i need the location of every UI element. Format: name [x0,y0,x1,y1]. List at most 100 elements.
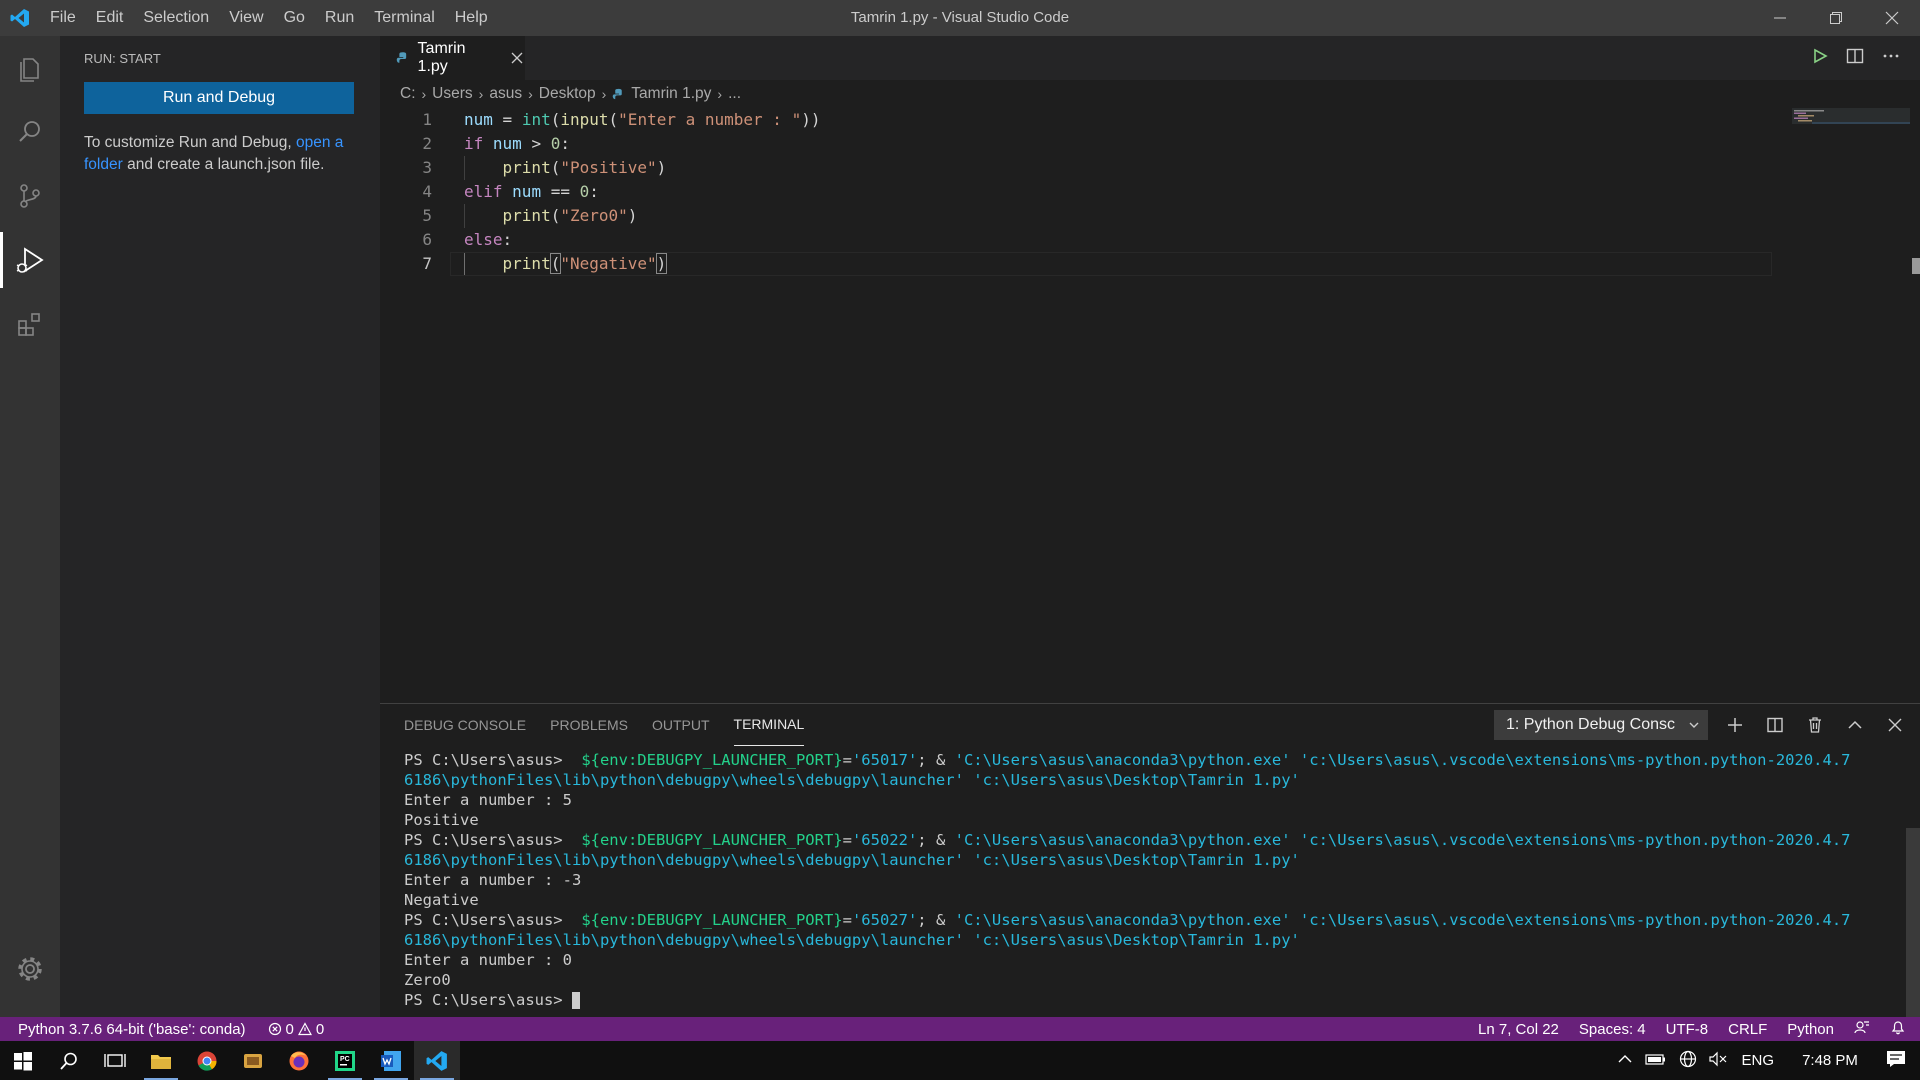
terminal-input-line: Enter a number : -3 [404,870,1884,890]
play-icon [1814,48,1828,63]
editor-actions [1812,36,1900,80]
clock[interactable]: 7:48 PM [1786,1052,1874,1069]
terminal-input-line: Enter a number : 5 [404,790,1884,810]
terminal-command-line: PS C:\Users\asus> ${env:DEBUGPY_LAUNCHER… [404,750,1884,770]
problems-indicator[interactable]: 0 0 [268,1021,324,1038]
run-and-debug-button[interactable]: Run and Debug [84,82,354,114]
run-file-button[interactable] [1812,48,1828,69]
terminal-text: Enter a number : 5 [404,791,572,809]
terminal-scrollbar[interactable] [1906,828,1920,1018]
kill-terminal-button[interactable] [1802,712,1828,738]
activity-bar [0,36,60,1017]
tab-output[interactable]: OUTPUT [652,704,710,746]
menu-terminal[interactable]: Terminal [364,0,444,36]
terminal-text: = [842,751,852,769]
activity-source-control[interactable] [0,164,60,228]
battery-status[interactable] [1645,1051,1667,1071]
maximize-panel-button[interactable] [1842,712,1868,738]
taskbar-vscode[interactable] [414,1041,460,1080]
breadcrumb-users[interactable]: Users [432,85,472,103]
close-icon [1885,11,1899,25]
terminal-select[interactable]: 1: Python Debug Consc [1494,710,1708,740]
window-controls [1752,0,1920,36]
taskbar-chrome[interactable] [184,1041,230,1080]
terminal-text: PS C:\Users\asus> [404,911,563,929]
taskbar-media-app[interactable] [230,1041,276,1080]
activity-run-debug[interactable] [0,228,60,292]
cursor-position[interactable]: Ln 7, Col 22 [1478,1021,1559,1038]
more-actions-button[interactable] [1882,47,1900,70]
terminal-text: Positive [404,811,479,829]
terminal-text: 6186\pythonFiles\lib\python\debugpy\whee… [404,851,964,869]
menu-run[interactable]: Run [315,0,364,36]
task-view-button[interactable] [92,1041,138,1080]
taskbar-search-button[interactable] [46,1041,92,1080]
run-debug-icon [16,247,44,273]
minimap[interactable] [1792,108,1910,128]
editor-scrollbar-marker [1912,258,1920,274]
activity-search[interactable] [0,100,60,164]
encoding[interactable]: UTF-8 [1666,1021,1709,1038]
taskbar-firefox[interactable] [276,1041,322,1080]
restore-button[interactable] [1808,0,1864,36]
breadcrumb-desktop[interactable]: Desktop [539,85,596,103]
source-control-icon [20,184,40,208]
network-status[interactable] [1679,1050,1697,1072]
terminal-output[interactable]: PS C:\Users\asus> ${env:DEBUGPY_LAUNCHER… [404,750,1884,1010]
close-panel-button[interactable] [1882,712,1908,738]
show-hidden-icons-button[interactable] [1617,1051,1633,1071]
editor-tab[interactable]: Tamrin 1.py [380,36,525,80]
minimize-icon [1774,17,1786,19]
menu-help[interactable]: Help [445,0,498,36]
taskbar-pycharm[interactable]: PC [322,1041,368,1080]
split-icon [1846,48,1864,63]
title-bar: File Edit Selection View Go Run Terminal… [0,0,1920,36]
terminal-text: Negative [404,891,479,909]
tab-debug-console[interactable]: DEBUG CONSOLE [404,704,526,746]
start-button[interactable] [0,1041,46,1080]
windows-taskbar: PC ENG 7:48 PM [0,1041,1920,1080]
activity-settings[interactable] [0,937,60,1001]
breadcrumb-file[interactable]: Tamrin 1.py [631,85,711,103]
taskbar-file-explorer[interactable] [138,1041,184,1080]
volume-status[interactable] [1709,1051,1729,1071]
activity-extensions[interactable] [0,292,60,356]
chevron-right-icon: › [717,86,723,102]
split-terminal-button[interactable] [1762,712,1788,738]
language-mode[interactable]: Python [1787,1021,1834,1038]
close-window-button[interactable] [1864,0,1920,36]
terminal-output-line: Negative [404,890,1884,910]
line-number: 7 [422,254,432,273]
taskbar-word[interactable] [368,1041,414,1080]
close-icon [511,52,523,64]
menu-view[interactable]: View [219,0,273,36]
gear-icon [18,957,42,981]
minimize-button[interactable] [1752,0,1808,36]
plus-icon [1728,718,1742,732]
activity-explorer[interactable] [0,36,60,100]
sidebar-title: RUN: START [84,51,161,66]
launch-hint: To customize Run and Debug, open a folde… [84,132,360,176]
tab-close-button[interactable] [510,50,525,66]
feedback-button[interactable] [1854,1019,1870,1039]
tab-terminal[interactable]: TERMINAL [733,704,805,746]
menu-selection[interactable]: Selection [133,0,219,36]
menu-go[interactable]: Go [274,0,315,36]
breadcrumb-symbol[interactable]: ... [728,85,741,103]
end-of-line[interactable]: CRLF [1728,1021,1767,1038]
split-editor-button[interactable] [1846,47,1864,70]
menu-file[interactable]: File [40,0,86,36]
python-interpreter[interactable]: Python 3.7.6 64-bit ('base': conda) [18,1021,246,1038]
indentation[interactable]: Spaces: 4 [1579,1021,1646,1038]
notifications-button[interactable] [1890,1019,1906,1039]
globe-icon [1680,1050,1697,1067]
new-terminal-button[interactable] [1722,712,1748,738]
breadcrumb-drive[interactable]: C: [400,85,416,103]
action-center-button[interactable] [1886,1050,1906,1072]
input-language[interactable]: ENG [1741,1052,1774,1069]
code-editor[interactable]: 1 num = int(input("Enter a number : ")) 2… [380,108,1780,276]
tab-problems[interactable]: PROBLEMS [550,704,628,746]
menu-edit[interactable]: Edit [86,0,134,36]
breadcrumb-asus[interactable]: asus [489,85,522,103]
